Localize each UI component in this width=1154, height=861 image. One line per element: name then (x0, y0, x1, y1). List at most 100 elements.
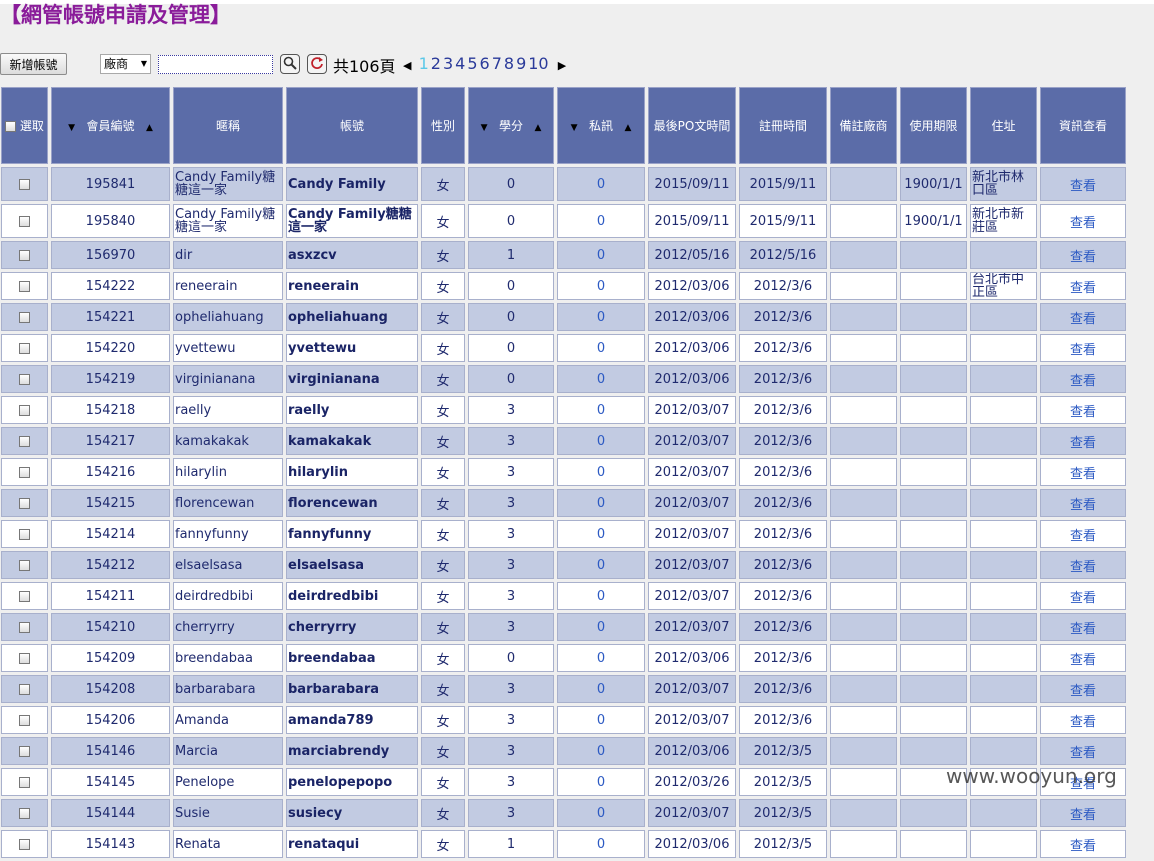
pm-cell[interactable]: 0 (557, 489, 645, 517)
view-link[interactable]: 查看 (1040, 675, 1126, 703)
row-checkbox[interactable] (19, 280, 30, 292)
view-link[interactable]: 查看 (1040, 167, 1126, 201)
table-row: 195841 Candy Family糖糖這一家 Candy Family 女 0 0 20… (1, 167, 1126, 201)
pm-cell[interactable]: 0 (557, 520, 645, 548)
page-link[interactable]: 8 (504, 54, 514, 73)
view-link[interactable]: 查看 (1040, 458, 1126, 486)
view-link[interactable]: 查看 (1040, 272, 1126, 300)
page-link[interactable]: 7 (492, 54, 502, 73)
view-link[interactable]: 查看 (1040, 334, 1126, 362)
pm-cell[interactable]: 0 (557, 458, 645, 486)
sort-desc-icon[interactable]: ▼ (481, 123, 488, 133)
nickname-cell: fannyfunny (173, 520, 283, 548)
page-link[interactable]: 6 (480, 54, 490, 73)
next-page-icon[interactable]: ▶ (558, 59, 566, 72)
page-link[interactable]: 1 (419, 54, 429, 73)
row-checkbox[interactable] (19, 466, 30, 478)
view-link[interactable]: 查看 (1040, 706, 1126, 734)
view-link[interactable]: 查看 (1040, 644, 1126, 672)
view-link[interactable]: 查看 (1040, 241, 1126, 269)
pm-cell[interactable]: 0 (557, 241, 645, 269)
row-checkbox[interactable] (19, 683, 30, 695)
sort-desc-icon[interactable]: ▼ (68, 123, 75, 133)
row-checkbox[interactable] (19, 714, 30, 726)
view-link[interactable]: 查看 (1040, 799, 1126, 827)
pm-cell[interactable]: 0 (557, 644, 645, 672)
sort-asc-icon[interactable]: ▲ (534, 123, 541, 133)
row-checkbox[interactable] (19, 745, 30, 757)
page-link[interactable]: 4 (455, 54, 465, 73)
row-checkbox[interactable] (19, 559, 30, 571)
last-post-cell: 2012/05/16 (648, 241, 736, 269)
page-link[interactable]: 5 (467, 54, 477, 73)
row-checkbox[interactable] (19, 528, 30, 540)
pm-cell[interactable]: 0 (557, 272, 645, 300)
row-checkbox[interactable] (19, 435, 30, 447)
pm-cell[interactable]: 0 (557, 334, 645, 362)
pm-cell[interactable]: 0 (557, 613, 645, 641)
page-link[interactable]: 9 (516, 54, 526, 73)
pm-cell[interactable]: 0 (557, 396, 645, 424)
view-link[interactable]: 查看 (1040, 520, 1126, 548)
row-checkbox[interactable] (19, 249, 30, 261)
view-link[interactable]: 查看 (1040, 613, 1126, 641)
view-link[interactable]: 查看 (1040, 737, 1126, 765)
filter-select[interactable]: 廠商 ▼ (100, 54, 151, 74)
search-icon[interactable] (280, 54, 300, 74)
pm-cell[interactable]: 0 (557, 582, 645, 610)
view-link[interactable]: 查看 (1040, 551, 1126, 579)
view-link[interactable]: 查看 (1040, 427, 1126, 455)
page-link[interactable]: 10 (528, 54, 548, 73)
row-checkbox[interactable] (19, 342, 30, 354)
row-checkbox[interactable] (19, 215, 30, 227)
view-link[interactable]: 查看 (1040, 830, 1126, 858)
select-all-checkbox[interactable] (5, 121, 17, 132)
view-link[interactable]: 查看 (1040, 582, 1126, 610)
sort-asc-icon[interactable]: ▲ (146, 123, 153, 133)
header-pm[interactable]: ▼ 私訊 ▲ (557, 87, 645, 164)
row-checkbox[interactable] (19, 497, 30, 509)
pm-cell[interactable]: 0 (557, 768, 645, 796)
row-checkbox[interactable] (19, 311, 30, 323)
registered-cell: 2012/3/6 (739, 427, 827, 455)
refresh-icon[interactable] (307, 54, 327, 74)
view-link[interactable]: 查看 (1040, 489, 1126, 517)
pm-cell[interactable]: 0 (557, 551, 645, 579)
row-checkbox[interactable] (19, 652, 30, 664)
row-checkbox[interactable] (19, 621, 30, 633)
last-post-cell: 2012/03/07 (648, 582, 736, 610)
row-checkbox[interactable] (19, 838, 30, 850)
header-credits[interactable]: ▼ 學分 ▲ (468, 87, 554, 164)
pm-cell[interactable]: 0 (557, 799, 645, 827)
sort-desc-icon[interactable]: ▼ (571, 123, 578, 133)
member-id-cell: 154215 (51, 489, 170, 517)
pm-cell[interactable]: 0 (557, 204, 645, 238)
watermark-text: www.wooyun.org (946, 764, 1117, 788)
row-checkbox[interactable] (19, 178, 30, 190)
row-checkbox[interactable] (19, 807, 30, 819)
pm-cell[interactable]: 0 (557, 303, 645, 331)
pm-cell[interactable]: 0 (557, 737, 645, 765)
pm-cell[interactable]: 0 (557, 427, 645, 455)
row-checkbox[interactable] (19, 590, 30, 602)
gender-cell: 女 (421, 303, 465, 331)
row-checkbox[interactable] (19, 404, 30, 416)
pm-cell[interactable]: 0 (557, 830, 645, 858)
page-link[interactable]: 3 (443, 54, 453, 73)
view-link[interactable]: 查看 (1040, 303, 1126, 331)
pm-cell[interactable]: 0 (557, 706, 645, 734)
row-checkbox[interactable] (19, 373, 30, 385)
header-member-id[interactable]: ▼ 會員編號 ▲ (51, 87, 170, 164)
view-link[interactable]: 查看 (1040, 396, 1126, 424)
row-checkbox[interactable] (19, 776, 30, 788)
pm-cell[interactable]: 0 (557, 167, 645, 201)
pm-cell[interactable]: 0 (557, 675, 645, 703)
prev-page-icon[interactable]: ◀ (403, 59, 411, 72)
add-account-button[interactable]: 新增帳號 (0, 53, 67, 75)
pm-cell[interactable]: 0 (557, 365, 645, 393)
page-link[interactable]: 2 (431, 54, 441, 73)
search-input[interactable] (158, 55, 273, 74)
view-link[interactable]: 查看 (1040, 365, 1126, 393)
view-link[interactable]: 查看 (1040, 204, 1126, 238)
sort-asc-icon[interactable]: ▲ (624, 123, 631, 133)
